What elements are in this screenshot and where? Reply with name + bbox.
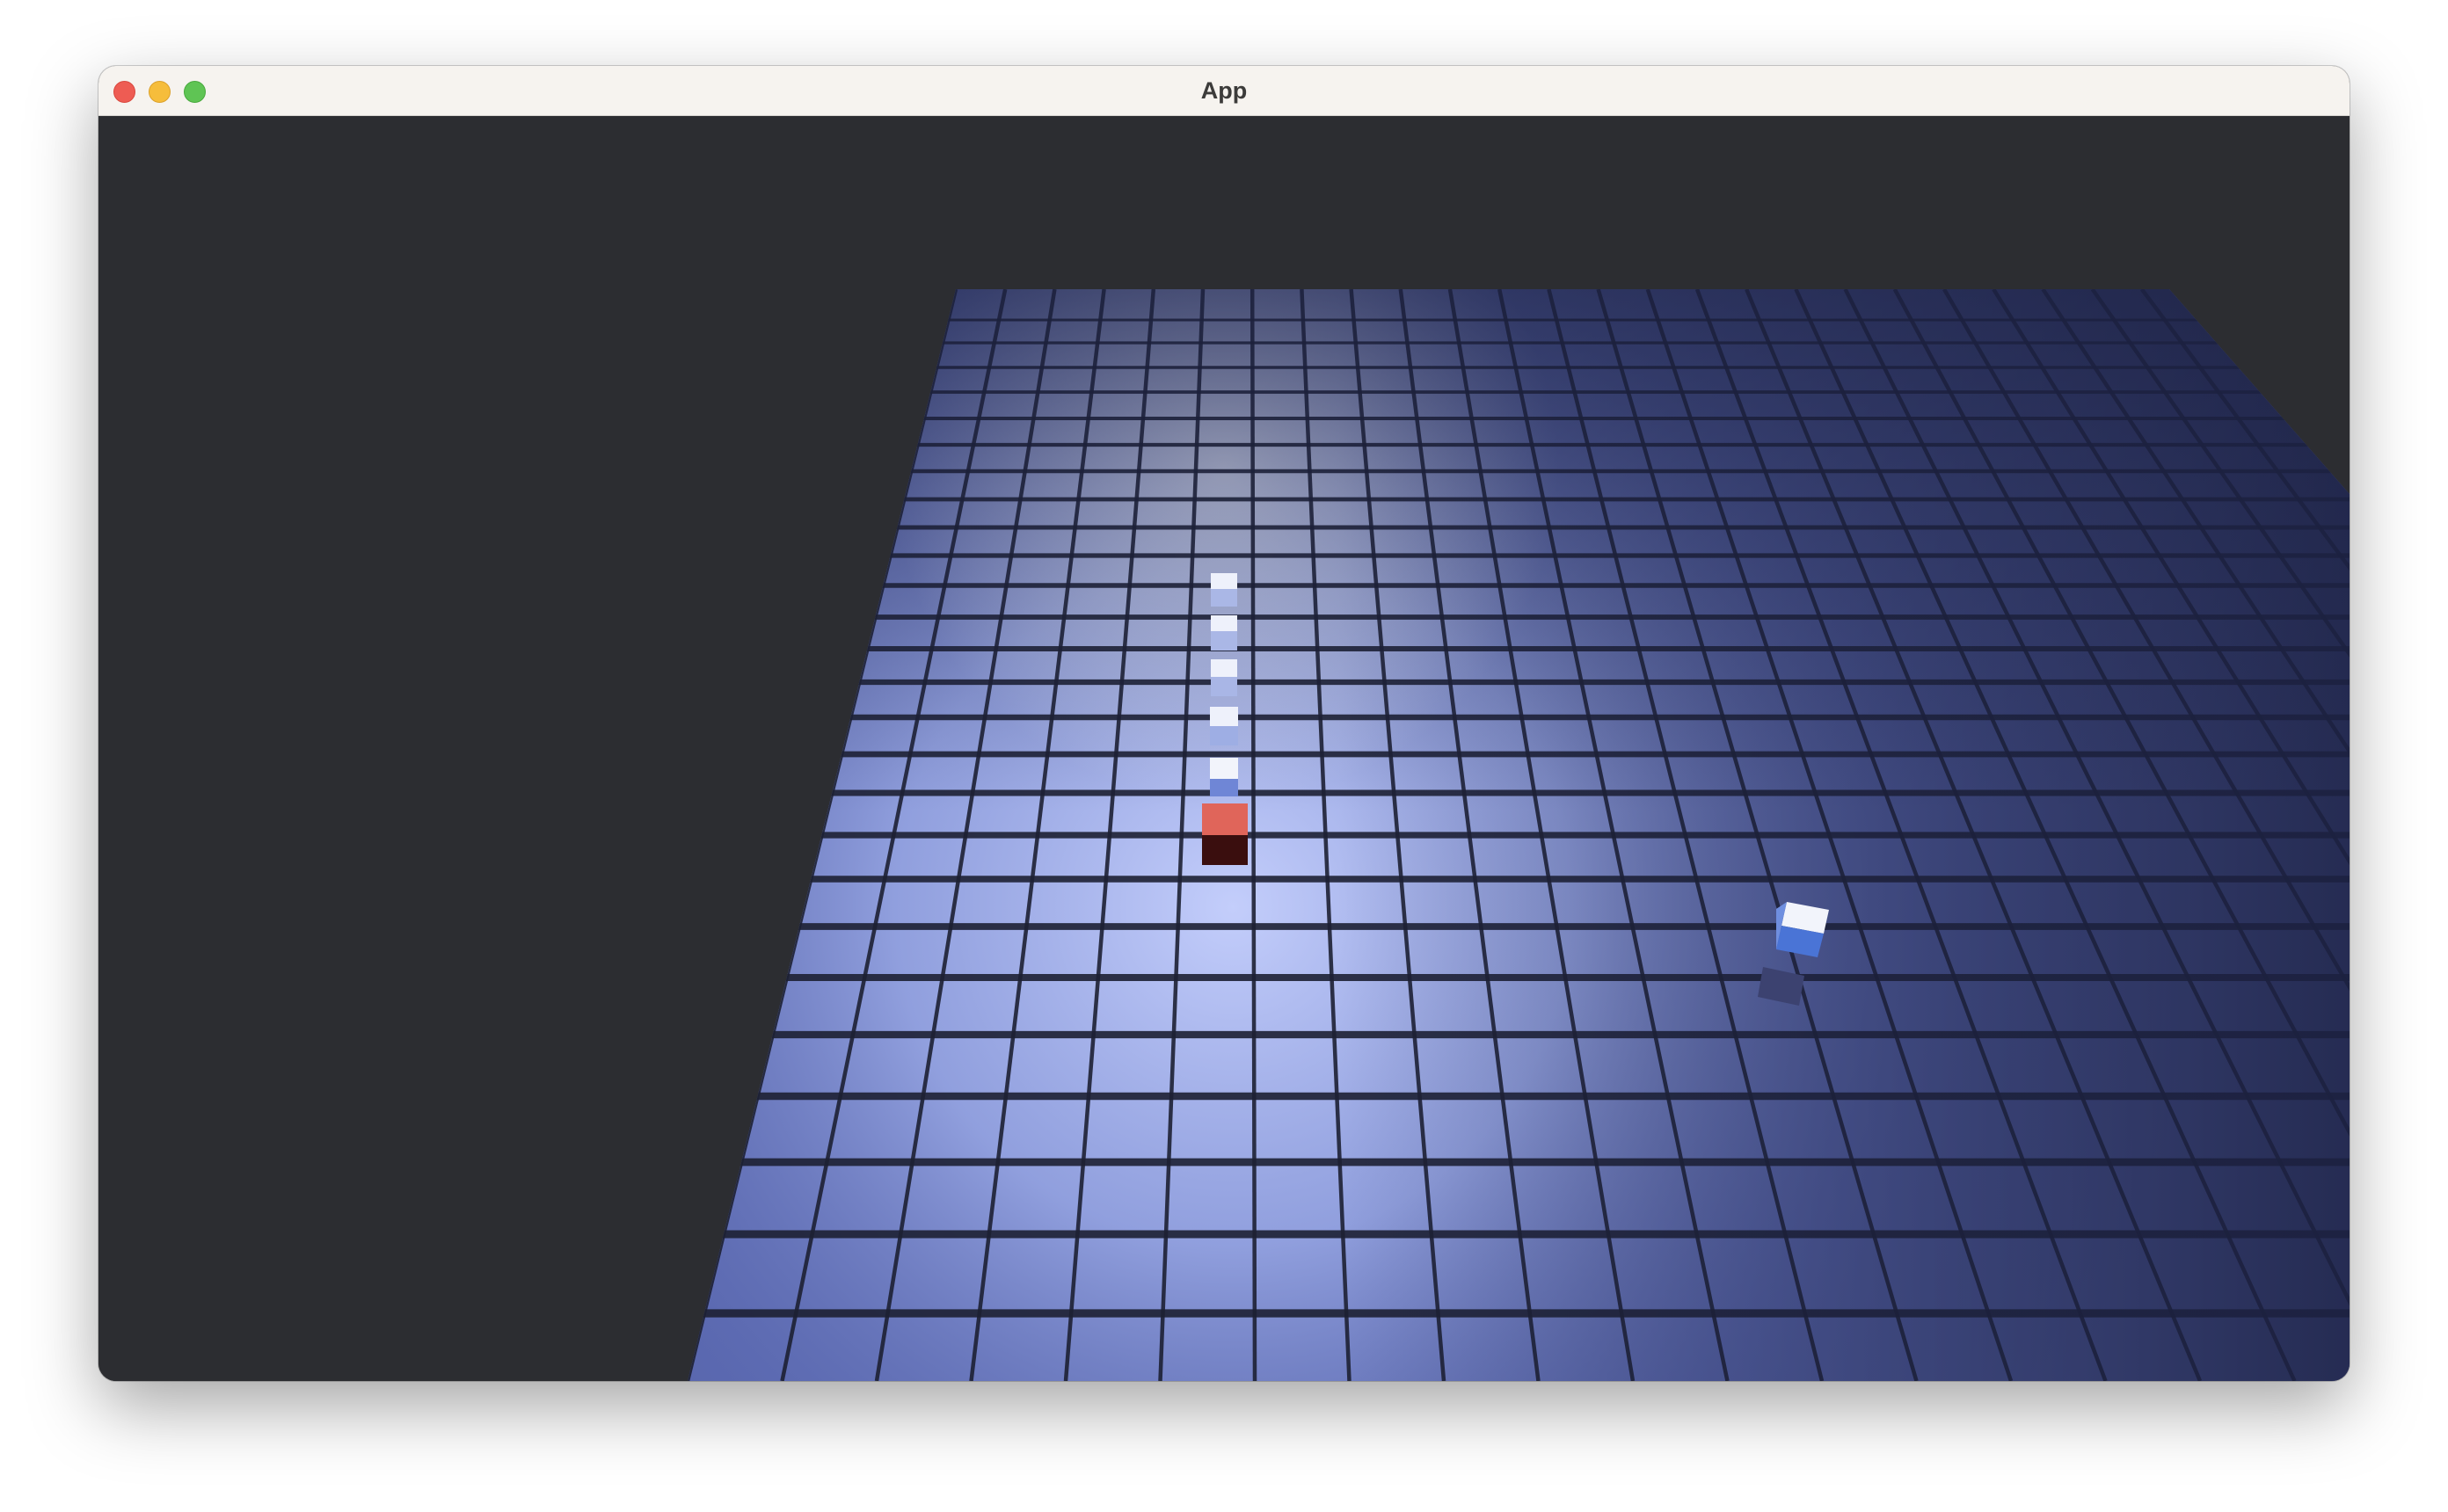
app-window: App [98,66,2350,1381]
grid-column-line [688,289,711,1381]
snake-head [1202,803,1248,835]
snake-segment [1211,615,1237,631]
snake-segment [1210,758,1238,779]
snake-segment [1211,659,1237,677]
grid-column-line [120,289,659,1381]
snake-segment-side [1210,779,1238,796]
grid-column-line [688,289,761,1381]
game-viewport[interactable] [98,116,2350,1381]
snake-segment [1210,707,1238,726]
snake-segment-side [1211,589,1237,607]
title-bar[interactable]: App [98,66,2350,116]
board-shade-top [688,289,2350,1381]
snake-segment-side [1210,726,1238,745]
snake-segment-side [1211,631,1237,651]
game-scene[interactable] [98,116,2350,1381]
snake-segment-side [1211,677,1237,696]
snake-head-side [1202,835,1248,865]
game-board [120,289,2350,1381]
snake-segment [1211,573,1237,589]
window-title: App [1200,77,1248,104]
